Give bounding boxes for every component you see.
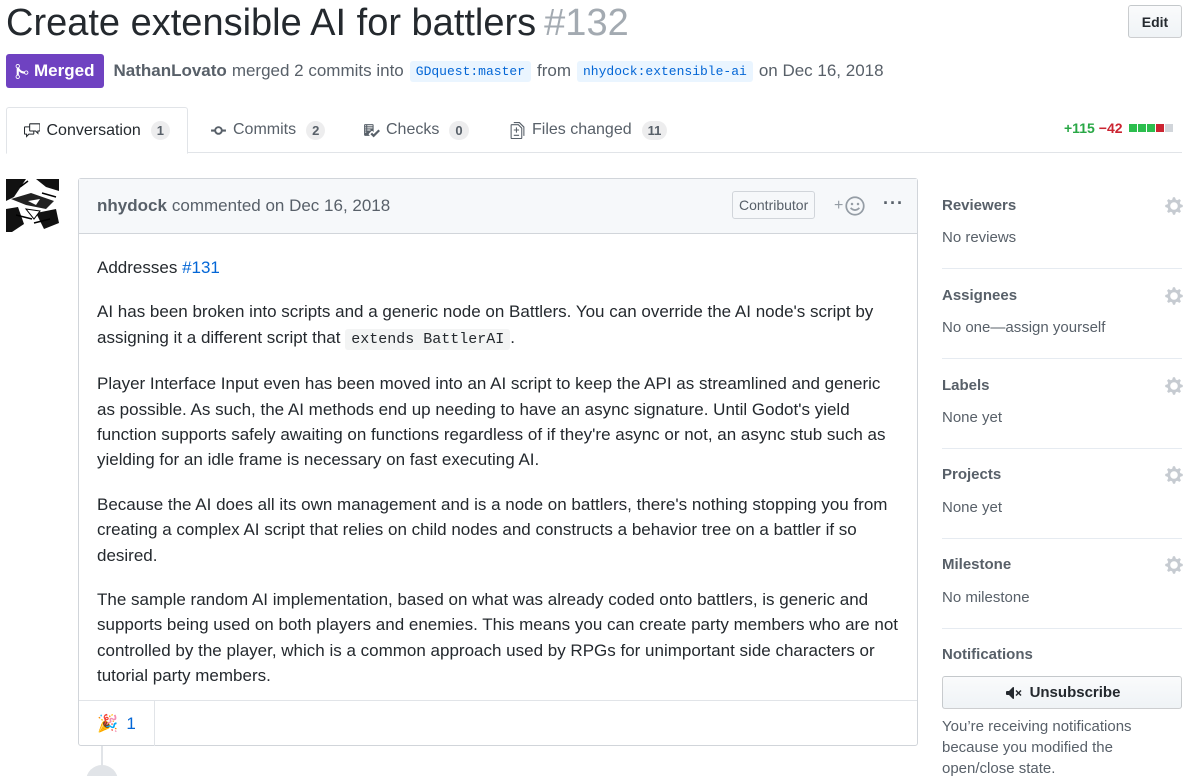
diffstat-block-add (1128, 124, 1137, 132)
more-options-icon[interactable]: ··· (883, 193, 904, 214)
tab-files-changed-label: Files changed (532, 121, 632, 138)
diffstat-block-add (1137, 124, 1146, 132)
merged-state-badge: Merged (6, 54, 105, 88)
merged-state-label: Merged (34, 61, 95, 80)
tab-commits[interactable]: Commits 2 (193, 107, 342, 153)
sidebar-labels-value: None yet (942, 409, 1003, 426)
comment-header: nhydock commented on Dec 16, 2018 Contri… (79, 179, 917, 234)
pr-meta: Merged NathanLovato merged 2 commits int… (6, 54, 884, 88)
diffstat-block-add (1146, 124, 1155, 132)
tada-icon: 🎉 (97, 713, 119, 733)
p2-after: . (510, 327, 515, 347)
merge-text: merged 2 commits into (231, 61, 404, 80)
sidebar-notifications-label: Notifications (942, 646, 1033, 663)
sidebar-projects-label: Projects (942, 466, 1002, 483)
plus-icon: + (834, 197, 844, 214)
sidebar: Reviewers No reviews Assignees No one—as… (942, 179, 1184, 776)
timeline-badge (86, 765, 118, 776)
diffstat-deletions: −42 (1098, 120, 1123, 136)
comment-paragraph: Addresses #131 (97, 255, 899, 280)
tab-checks-label: Checks (386, 121, 440, 138)
sidebar-projects: Projects None yet (942, 449, 1184, 539)
tab-files-changed-count: 11 (641, 120, 668, 140)
sidebar-labels-label: Labels (942, 377, 990, 394)
inline-code: extends BattlerAI (345, 328, 511, 350)
sidebar-assignees-value[interactable]: No one—assign yourself (942, 319, 1105, 336)
diffstat-additions: +115 (1064, 120, 1095, 136)
edit-button[interactable]: Edit (1128, 5, 1182, 38)
reactions-bar: 🎉 1 (79, 700, 917, 746)
comment-author-link[interactable]: nhydock (97, 196, 167, 216)
tab-conversation-label: Conversation (46, 121, 141, 139)
sidebar-reviewers: Reviewers No reviews (942, 179, 1184, 269)
tab-conversation[interactable]: Conversation 1 (6, 107, 188, 154)
tab-checks-count: 0 (449, 120, 469, 140)
contributor-badge: Contributor (732, 191, 816, 219)
merge-from-text: from (536, 61, 571, 80)
pr-tabs: Conversation 1 Commits 2 Checks 0 Files … (6, 107, 1182, 154)
gear-icon[interactable] (1164, 286, 1184, 306)
sidebar-labels: Labels None yet (942, 359, 1184, 449)
diffstat-block-neutral (1164, 124, 1173, 132)
sidebar-projects-value: None yet (942, 499, 1003, 516)
comment-discussion-icon (24, 123, 41, 138)
comment-body: Addresses #131 AI has been broken into s… (79, 234, 917, 689)
sidebar-milestone: Milestone No milestone (942, 539, 1184, 629)
avatar[interactable] (6, 179, 59, 232)
addresses-prefix: Addresses (97, 258, 178, 277)
notifications-reason: You’re receiving notifications because y… (942, 718, 1132, 776)
comment-box: nhydock commented on Dec 16, 2018 Contri… (78, 178, 918, 746)
sidebar-milestone-label: Milestone (942, 556, 1012, 573)
gear-icon[interactable] (1164, 555, 1184, 575)
avatar-image (6, 179, 59, 232)
gear-icon[interactable] (1164, 376, 1184, 396)
reaction-count: 1 (126, 713, 136, 733)
tab-commits-label: Commits (233, 121, 297, 138)
mute-icon (1005, 686, 1022, 699)
issue-link[interactable]: #131 (182, 258, 220, 277)
timeline-line (101, 746, 103, 766)
checklist-icon (364, 123, 380, 137)
comment-paragraph: Because the AI does all its own manageme… (97, 494, 888, 565)
diffstat-blocks (1128, 124, 1173, 132)
comment-action[interactable]: commented on Dec 16, 2018 (172, 196, 390, 216)
tab-checks[interactable]: Checks 0 (346, 107, 486, 153)
pr-number: #132 (544, 2, 629, 44)
smiley-icon (845, 196, 865, 216)
comment-paragraph: The sample random AI implementation, bas… (97, 590, 899, 686)
sidebar-assignees-label: Assignees (942, 287, 1018, 304)
sidebar-reviewers-value: No reviews (942, 229, 1017, 246)
add-reaction-button[interactable]: + (834, 196, 865, 216)
merger-author-link[interactable]: NathanLovato (113, 61, 226, 81)
gear-icon[interactable] (1164, 196, 1184, 216)
reaction-tada-button[interactable]: 🎉 1 (79, 701, 155, 746)
git-commit-icon (211, 125, 226, 135)
merge-date: on Dec 16, 2018 (758, 61, 884, 80)
pr-title: Create extensible AI for battlers #132 (6, 0, 629, 46)
unsubscribe-button[interactable]: Unsubscribe (942, 676, 1182, 709)
sidebar-milestone-value: No milestone (942, 589, 1030, 606)
tab-files-changed[interactable]: Files changed 11 (492, 107, 684, 153)
gear-icon[interactable] (1164, 465, 1184, 485)
diffstat-block-del (1155, 124, 1164, 132)
pr-title-text: Create extensible AI for battlers (6, 2, 537, 44)
git-merge-icon (15, 63, 29, 79)
sidebar-reviewers-label: Reviewers (942, 197, 1017, 214)
file-diff-icon (510, 121, 525, 139)
tab-conversation-count: 1 (150, 121, 170, 140)
diffstat: +115 −42 (1064, 120, 1173, 136)
unsubscribe-label: Unsubscribe (1029, 684, 1121, 701)
comment-paragraph: AI has been broken into scripts and a ge… (97, 299, 899, 352)
tab-commits-count: 2 (306, 120, 326, 140)
comment-paragraph: Player Interface Input even has been mov… (97, 374, 886, 470)
base-branch[interactable]: GDquest:master (409, 60, 531, 82)
head-branch[interactable]: nhydock:extensible-ai (576, 60, 753, 82)
sidebar-assignees: Assignees No one—assign yourself (942, 269, 1184, 359)
